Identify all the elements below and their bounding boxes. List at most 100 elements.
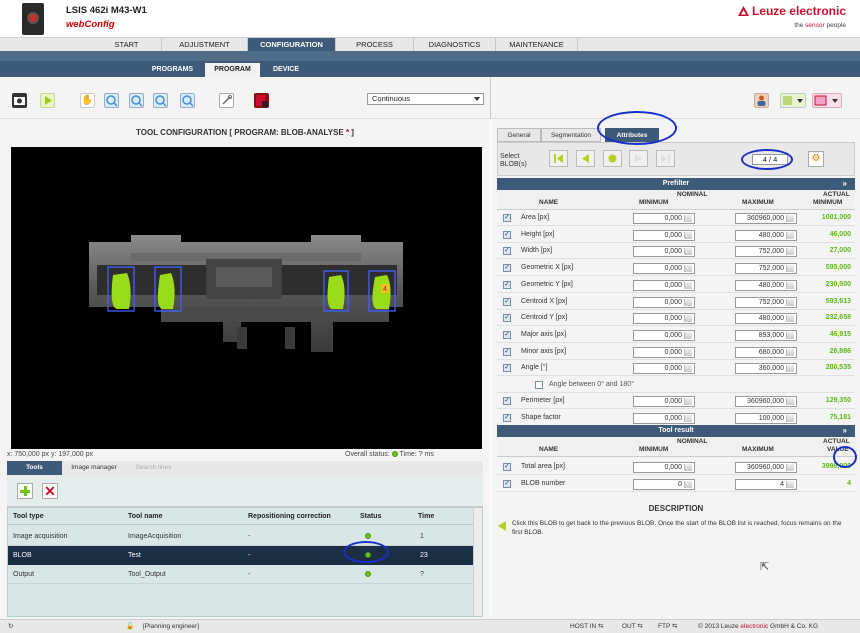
maximum-input[interactable]: 360960,000 bbox=[735, 396, 797, 407]
save-icon[interactable] bbox=[254, 93, 269, 108]
attribute-checkbox[interactable]: ✓ bbox=[503, 330, 511, 339]
blob-3[interactable] bbox=[327, 275, 345, 309]
maximum-input[interactable]: 752,000 bbox=[735, 263, 797, 275]
attribute-checkbox[interactable]: ✓ bbox=[503, 463, 511, 471]
maximum-input[interactable]: 360,000 bbox=[735, 363, 797, 375]
minimum-input[interactable]: 0,000 bbox=[633, 412, 695, 424]
last-blob-button[interactable] bbox=[656, 150, 675, 167]
tab-tools[interactable]: Tools bbox=[7, 461, 62, 475]
minimum-input[interactable]: 0,000 bbox=[633, 246, 695, 258]
blob-4-number: 4 bbox=[383, 286, 387, 293]
remove-tool-button[interactable]: ✕ bbox=[42, 483, 58, 499]
attribute-checkbox[interactable]: ✓ bbox=[503, 247, 511, 256]
minimum-input[interactable]: 0,000 bbox=[633, 279, 695, 291]
maximum-input[interactable]: 480,000 bbox=[735, 279, 797, 291]
maximum-input[interactable]: 360960,000 bbox=[735, 213, 797, 224]
settings-icon[interactable]: ⚙ bbox=[808, 151, 824, 167]
minimum-input[interactable]: 0,000 bbox=[633, 462, 695, 473]
camera-image[interactable]: 4 bbox=[11, 147, 482, 449]
maximum-input[interactable]: 752,000 bbox=[735, 246, 797, 258]
nav-diagnostics[interactable]: DIAGNOSTICS bbox=[414, 38, 496, 52]
attribute-checkbox[interactable]: ✓ bbox=[503, 364, 511, 373]
attribute-row: ✓ Angle [°] 0,000 360,000 280,535 bbox=[497, 360, 855, 377]
attribute-checkbox[interactable]: ✓ bbox=[503, 264, 511, 273]
tab-image-manager[interactable]: Image manager bbox=[62, 461, 126, 475]
maximum-input[interactable]: 680,000 bbox=[735, 346, 797, 358]
attribute-checkbox[interactable]: ✓ bbox=[503, 280, 511, 289]
minimum-input[interactable]: 0,000 bbox=[633, 313, 695, 325]
acquisition-mode-select[interactable]: Continuous bbox=[367, 93, 484, 105]
minimum-input[interactable]: 0,000 bbox=[633, 346, 695, 358]
subnav-programs[interactable]: PROGRAMS bbox=[145, 63, 200, 77]
hand-icon[interactable]: ✋ bbox=[80, 93, 95, 108]
angle-option-checkbox[interactable] bbox=[535, 381, 543, 389]
attribute-checkbox[interactable]: ✓ bbox=[503, 297, 511, 306]
nav-configuration[interactable]: CONFIGURATION bbox=[248, 38, 336, 52]
attribute-checkbox[interactable]: ✓ bbox=[503, 347, 511, 356]
add-tool-button[interactable] bbox=[17, 483, 33, 499]
status-ok-icon bbox=[365, 571, 371, 577]
minimum-input[interactable]: 0,000 bbox=[633, 396, 695, 407]
tab-general[interactable]: General bbox=[497, 128, 541, 142]
window-icon[interactable] bbox=[812, 93, 842, 108]
minimum-input[interactable]: 0,000 bbox=[633, 229, 695, 241]
minimum-input[interactable]: 0,000 bbox=[633, 263, 695, 275]
prefilter-header[interactable]: Prefilter» bbox=[497, 178, 855, 190]
table-row[interactable]: Image acquisition ImageAcquisition - 1 bbox=[8, 527, 474, 546]
collapse-icon[interactable]: » bbox=[843, 178, 847, 190]
tab-segmentation[interactable]: Segmentation bbox=[541, 128, 601, 142]
tab-search-lines[interactable]: Search lines bbox=[126, 461, 181, 475]
maximum-input[interactable]: 480,000 bbox=[735, 229, 797, 241]
minimum-input[interactable]: 0 bbox=[633, 478, 695, 490]
attribute-checkbox[interactable]: ✓ bbox=[503, 230, 511, 239]
triangle-logo-icon bbox=[737, 6, 749, 16]
tab-attributes[interactable]: Attributes bbox=[605, 128, 659, 142]
description-title: DESCRIPTION bbox=[648, 504, 704, 513]
maximum-input[interactable]: 4 bbox=[735, 478, 797, 490]
subnav-device[interactable]: DEVICE bbox=[263, 63, 309, 77]
table-scrollbar[interactable] bbox=[473, 508, 482, 616]
zoom-in-icon[interactable] bbox=[104, 93, 119, 108]
user-role: [Planning engineer] bbox=[143, 623, 200, 630]
maximum-input[interactable]: 893,000 bbox=[735, 329, 797, 341]
blob-1[interactable] bbox=[111, 273, 131, 309]
tool-result-header[interactable]: Tool result» bbox=[497, 425, 855, 437]
next-blob-button[interactable] bbox=[629, 150, 648, 167]
minimum-input[interactable]: 0,000 bbox=[633, 296, 695, 308]
maximum-input[interactable]: 100,000 bbox=[735, 412, 797, 424]
blob-2[interactable] bbox=[157, 273, 175, 309]
attribute-checkbox[interactable]: ✓ bbox=[503, 413, 511, 422]
nav-start[interactable]: START bbox=[92, 38, 162, 52]
attribute-checkbox[interactable]: ✓ bbox=[503, 214, 511, 222]
table-row[interactable]: Output Tool_Output - ? bbox=[8, 565, 474, 584]
refresh-icon[interactable]: ↻ bbox=[8, 620, 13, 633]
all-blobs-button[interactable] bbox=[603, 150, 622, 167]
collapse-icon[interactable]: » bbox=[843, 425, 847, 437]
actual-value: 232,658 bbox=[825, 314, 851, 322]
zoom-fit-icon[interactable] bbox=[153, 93, 168, 108]
subnav-program[interactable]: PROGRAM bbox=[205, 63, 260, 77]
minimum-input[interactable]: 0,000 bbox=[633, 213, 695, 224]
attribute-checkbox[interactable]: ✓ bbox=[503, 397, 511, 405]
nav-adjustment[interactable]: ADJUSTMENT bbox=[162, 38, 248, 52]
minimum-input[interactable]: 0,000 bbox=[633, 363, 695, 375]
previous-blob-button[interactable] bbox=[576, 150, 595, 167]
attribute-checkbox[interactable]: ✓ bbox=[503, 479, 511, 488]
zoom-reset-icon[interactable] bbox=[180, 93, 195, 108]
minimum-input[interactable]: 0,000 bbox=[633, 329, 695, 341]
maximum-input[interactable]: 360960,000 bbox=[735, 462, 797, 473]
maximum-input[interactable]: 480,000 bbox=[735, 313, 797, 325]
first-blob-button[interactable] bbox=[549, 150, 568, 167]
user-icon[interactable] bbox=[754, 93, 769, 108]
play-icon[interactable] bbox=[40, 93, 55, 108]
nav-maintenance[interactable]: MAINTENANCE bbox=[496, 38, 578, 52]
layout-icon[interactable] bbox=[780, 93, 806, 108]
table-row-selected[interactable]: BLOB Test - 23 bbox=[8, 546, 474, 565]
attribute-checkbox[interactable]: ✓ bbox=[503, 314, 511, 323]
tools-icon[interactable] bbox=[219, 93, 234, 108]
attribute-row: ✓ Geometric Y [px] 0,000 480,000 230,500 bbox=[497, 276, 855, 293]
nav-process[interactable]: PROCESS bbox=[336, 38, 414, 52]
camera-icon[interactable] bbox=[12, 93, 27, 108]
zoom-out-icon[interactable] bbox=[129, 93, 144, 108]
maximum-input[interactable]: 752,000 bbox=[735, 296, 797, 308]
